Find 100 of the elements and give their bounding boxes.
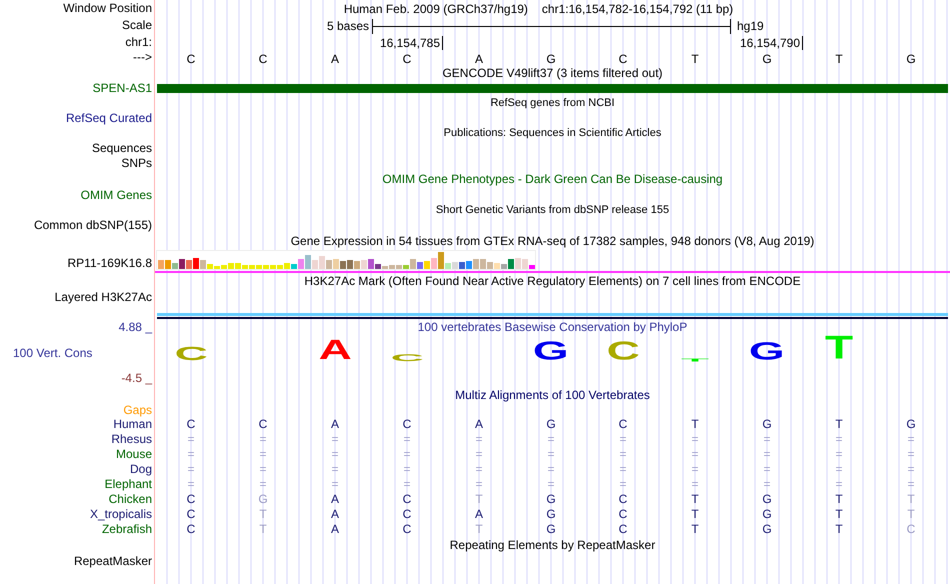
alignment-base: = bbox=[403, 447, 410, 462]
alignment-base: G bbox=[762, 522, 772, 537]
alignment-base: A bbox=[330, 492, 339, 507]
alignment-base: = bbox=[835, 432, 842, 447]
alignment-base: C bbox=[618, 522, 628, 537]
track-label: Gaps bbox=[123, 402, 152, 418]
alignment-base: = bbox=[547, 477, 554, 492]
alignment-base: = bbox=[907, 432, 914, 447]
base-letter: T bbox=[835, 51, 843, 68]
alignment-base: = bbox=[619, 477, 626, 492]
track-title: Publications: Sequences in Scientific Articles bbox=[444, 126, 662, 141]
base-letter: G bbox=[546, 51, 556, 68]
alignment-base: C bbox=[402, 417, 412, 432]
alignment-base: = bbox=[475, 432, 482, 447]
alignment-base: = bbox=[259, 432, 266, 447]
alignment-base: G bbox=[546, 492, 556, 507]
alignment-base: = bbox=[691, 462, 698, 477]
alignment-base: T bbox=[691, 492, 699, 507]
track-label: SNPs bbox=[121, 156, 152, 170]
alignment-base: = bbox=[403, 462, 410, 477]
alignment-base: = bbox=[331, 447, 338, 462]
logo-letter: T bbox=[824, 337, 854, 362]
alignment-base: T bbox=[835, 507, 843, 522]
alignment-base: = bbox=[547, 447, 554, 462]
alignment-base: A bbox=[330, 507, 339, 522]
alignment-base: G bbox=[258, 492, 268, 507]
alignment-base: = bbox=[187, 477, 194, 492]
position-tick: 16,154,785 bbox=[380, 36, 443, 50]
alignment-base: C bbox=[402, 492, 412, 507]
species-label: Chicken bbox=[108, 492, 152, 507]
alignment-base: A bbox=[474, 417, 483, 432]
alignment-base: = bbox=[691, 477, 698, 492]
assembly-title: Human Feb. 2009 (GRCh37/hg19) bbox=[344, 0, 528, 18]
alignment-base: = bbox=[475, 447, 482, 462]
logo-letter: C bbox=[606, 342, 640, 362]
alignment-base: G bbox=[546, 522, 556, 537]
species-label: Rhesus bbox=[111, 432, 152, 447]
alignment-base: = bbox=[187, 447, 194, 462]
alignment-base: = bbox=[907, 462, 914, 477]
alignment-base: T bbox=[907, 492, 915, 507]
alignment-base: = bbox=[763, 462, 770, 477]
alignment-base: = bbox=[835, 447, 842, 462]
track-label: ---> bbox=[133, 50, 152, 65]
alignment-base: G bbox=[546, 417, 556, 432]
alignment-base: = bbox=[259, 477, 266, 492]
alignment-base: = bbox=[187, 462, 194, 477]
alignment-base: = bbox=[835, 477, 842, 492]
alignment-base: C bbox=[186, 417, 196, 432]
logo-letter: G bbox=[533, 342, 569, 362]
alignment-base: = bbox=[619, 432, 626, 447]
assembly-label: hg19 bbox=[736, 18, 764, 35]
track-label: 100 Vert. Cons bbox=[12, 346, 92, 360]
alignment-base: G bbox=[546, 507, 556, 522]
logo-letter: A bbox=[318, 341, 352, 362]
alignment-base: G bbox=[762, 492, 772, 507]
track-title: Repeating Elements by RepeatMasker bbox=[450, 537, 656, 554]
track-label: Window Position bbox=[63, 1, 152, 16]
alignment-base: A bbox=[330, 417, 339, 432]
alignment-base: C bbox=[186, 522, 196, 537]
track-title: Short Genetic Variants from dbSNP release 155 bbox=[436, 202, 670, 218]
species-label: Dog bbox=[130, 462, 152, 477]
alignment-base: = bbox=[907, 447, 914, 462]
alignment-base: C bbox=[186, 492, 196, 507]
alignment-base: = bbox=[763, 447, 770, 462]
alignment-base: C bbox=[402, 507, 412, 522]
alignment-base: = bbox=[763, 477, 770, 492]
base-letter: A bbox=[474, 51, 483, 68]
scale-label: 5 bases bbox=[326, 18, 370, 35]
alignment-base: = bbox=[547, 462, 554, 477]
alignment-base: = bbox=[475, 462, 482, 477]
alignment-base: = bbox=[331, 462, 338, 477]
alignment-base: = bbox=[835, 462, 842, 477]
alignment-base: T bbox=[691, 417, 699, 432]
track-title: Multiz Alignments of 100 Vertebrates bbox=[455, 387, 650, 404]
position-range: chr1:16,154,782-16,154,792 (11 bp) bbox=[542, 0, 734, 18]
alignment-base: C bbox=[402, 522, 412, 537]
alignment-base: = bbox=[907, 477, 914, 492]
position-tick: 16,154,790 bbox=[740, 36, 803, 50]
track-label: chr1: bbox=[125, 34, 152, 50]
track-title: GENCODE V49lift37 (3 items filtered out) bbox=[442, 65, 663, 82]
alignment-base: = bbox=[763, 432, 770, 447]
base-letter: T bbox=[691, 51, 699, 68]
alignment-base: = bbox=[331, 432, 338, 447]
track-label: Sequences bbox=[92, 140, 152, 156]
alignment-base: = bbox=[403, 477, 410, 492]
track-label: Scale bbox=[122, 18, 152, 33]
alignment-base: T bbox=[835, 492, 843, 507]
species-label: Human bbox=[113, 417, 152, 432]
logo-letter: G bbox=[749, 343, 785, 362]
track-label: RefSeq Curated bbox=[66, 110, 152, 126]
alignment-base: T bbox=[907, 507, 915, 522]
species-label: Mouse bbox=[116, 447, 152, 462]
alignment-base: = bbox=[691, 432, 698, 447]
base-letter: A bbox=[330, 51, 339, 68]
alignment-base: T bbox=[691, 507, 699, 522]
alignment-base: = bbox=[403, 432, 410, 447]
alignment-base: G bbox=[906, 417, 916, 432]
alignment-base: C bbox=[906, 522, 916, 537]
alignment-base: = bbox=[187, 432, 194, 447]
track-title: RefSeq genes from NCBI bbox=[490, 96, 615, 111]
